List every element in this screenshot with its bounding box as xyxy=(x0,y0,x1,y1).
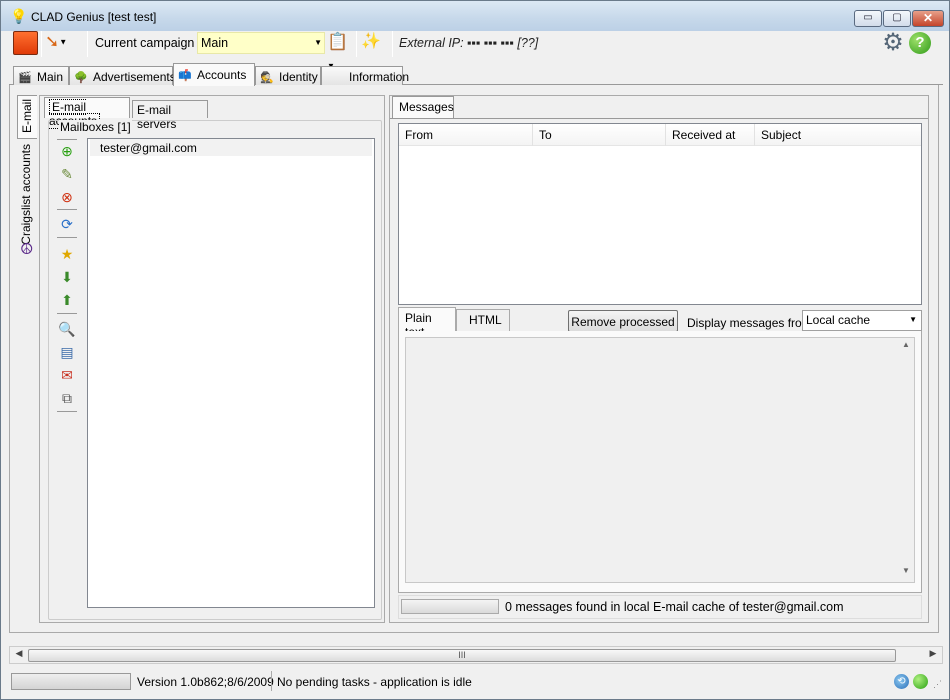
stop-button[interactable] xyxy=(13,31,38,55)
clapper-icon: 🎬 xyxy=(18,72,32,84)
toolbar-separator xyxy=(356,31,357,57)
messages-table-header: From To Received at Subject xyxy=(399,124,921,146)
scroll-down-icon[interactable]: ▼ xyxy=(898,566,914,580)
tab-email-servers[interactable]: E-mail servers xyxy=(132,100,208,131)
list-item[interactable]: tester@gmail.com xyxy=(90,139,372,156)
messages-table[interactable]: From To Received at Subject xyxy=(398,123,922,305)
scroll-left-icon[interactable]: ◀ xyxy=(12,648,26,662)
minimize-button[interactable]: ▭ xyxy=(854,10,882,27)
messages-area: From To Received at Subject Plain text H… xyxy=(390,118,928,622)
messages-status-strip: 0 messages found in local E-mail cache o… xyxy=(398,595,922,619)
chevron-down-icon: ▼ xyxy=(909,315,917,324)
mailboxes-title: Mailboxes [1] xyxy=(59,120,132,134)
tree-icon: 🌳 xyxy=(74,72,88,84)
globe-icon: ⟲ xyxy=(894,674,909,689)
campaign-value: Main xyxy=(201,36,229,50)
tab-main[interactable]: 🎬 Main xyxy=(13,66,69,85)
mailbox-list[interactable]: tester@gmail.com xyxy=(87,138,375,608)
spy-icon: 🕵 xyxy=(260,72,274,84)
toolbar-separator xyxy=(57,237,77,238)
status-separator xyxy=(271,671,272,691)
maximize-button[interactable]: ▢ xyxy=(883,10,911,27)
mailbox-icon: 📫 xyxy=(178,70,192,82)
title-bar[interactable]: 💡 CLAD Genius [test test] ▭ ▢ ✕ xyxy=(1,1,949,31)
email-accounts-panel: E-mail accounts E-mail servers Mailboxes… xyxy=(39,95,385,623)
help-icon[interactable]: ? xyxy=(909,32,931,54)
connection-status-icon xyxy=(913,674,928,689)
task-status-text: No pending tasks - application is idle xyxy=(277,675,472,689)
messages-status-text: 0 messages found in local E-mail cache o… xyxy=(505,600,844,614)
lightbulb-icon: 💡 xyxy=(10,8,28,24)
star-icon[interactable]: ★ xyxy=(57,245,77,263)
remove-processed-button[interactable]: Remove processed xyxy=(568,310,678,332)
scroll-right-icon[interactable]: ▶ xyxy=(926,648,940,662)
horizontal-scrollbar[interactable]: ◀ III ▶ xyxy=(9,646,943,664)
toolbar-separator xyxy=(392,31,393,57)
messages-panel: Messages From To Received at Subject Pla… xyxy=(389,95,929,623)
toolbar-separator xyxy=(57,411,77,412)
copy-icon[interactable]: ⧉ xyxy=(57,389,77,407)
import-icon[interactable]: ⬇ xyxy=(57,268,77,286)
export-icon[interactable]: ⬆ xyxy=(57,291,77,309)
add-mailbox-icon[interactable]: ⊕ xyxy=(57,142,77,160)
tab-advertisements[interactable]: 🌳 Advertisements xyxy=(69,66,176,85)
message-body-tabbar: Plain text HTML Remove processed Display… xyxy=(398,307,922,339)
tab-information[interactable]: Information xyxy=(321,66,409,85)
tab-plain-text[interactable]: Plain text xyxy=(398,307,456,339)
peace-icon: ☮ xyxy=(20,241,34,258)
toolbar-separator xyxy=(41,31,42,57)
tab-accounts[interactable]: 📫 Accounts xyxy=(173,63,255,86)
toolbar-separator xyxy=(57,139,77,140)
card-icon[interactable]: ▤ xyxy=(57,343,77,361)
window-title: CLAD Genius [test test] xyxy=(31,10,157,24)
clipboard-button[interactable]: 📋▼ xyxy=(327,30,353,71)
magic-wand-button[interactable]: ✨ xyxy=(361,31,387,55)
campaign-label: Current campaign xyxy=(95,36,195,50)
campaign-select[interactable]: Main ▼ xyxy=(197,32,325,54)
toolbar-separator xyxy=(87,31,88,57)
mailbox-toolbar: ⊕ ✎ ⊗ ⟳ ★ ⬇ ⬆ 🔍 ▤ ✉ ⧉ xyxy=(57,139,77,619)
refresh-icon[interactable]: ⟳ xyxy=(57,215,77,233)
column-header-from[interactable]: From xyxy=(399,124,533,146)
display-messages-label: Display messages from xyxy=(687,316,812,330)
tab-identity[interactable]: 🕵 Identity xyxy=(255,66,321,85)
tab-html[interactable]: HTML xyxy=(456,309,510,331)
messages-progress-bar xyxy=(401,599,499,614)
chevron-down-icon: ▼ xyxy=(314,38,322,47)
search-icon[interactable]: 🔍 xyxy=(57,320,77,338)
toolbar-separator xyxy=(57,313,77,314)
email-subtab-bar: E-mail accounts E-mail servers xyxy=(40,96,384,131)
toolbar-separator xyxy=(57,209,77,210)
status-bar: Version 1.0b862;8/6/2009 No pending task… xyxy=(1,671,949,693)
version-text: Version 1.0b862;8/6/2009 xyxy=(137,675,274,689)
main-tab-bar: 🎬 Main 🌳 Advertisements 📫 Accounts 🕵 Identit… xyxy=(9,63,943,86)
scrollbar-thumb[interactable]: III xyxy=(28,649,896,662)
vertical-scrollbar[interactable]: ▲ ▼ xyxy=(898,338,914,582)
message-body-frame: ▲ ▼ xyxy=(398,331,922,593)
scroll-up-icon[interactable]: ▲ xyxy=(898,340,914,354)
display-messages-select[interactable]: Local cache ▼ xyxy=(802,310,922,331)
side-tab-craigslist-accounts[interactable]: Craigslist accounts xyxy=(17,141,37,315)
close-button[interactable]: ✕ xyxy=(912,10,944,27)
settings-gear-icon[interactable]: ⚙ xyxy=(879,29,907,57)
column-header-to[interactable]: To xyxy=(533,124,666,146)
resize-grip-icon[interactable]: ⋰ xyxy=(933,679,945,691)
delete-mailbox-icon[interactable]: ⊗ xyxy=(57,188,77,206)
app-window: 💡 CLAD Genius [test test] ▭ ▢ ✕ ➘▼ Curre… xyxy=(0,0,950,700)
toolbar: ➘▼ Current campaign Main ▼ 📋▼ ✨ External… xyxy=(9,29,943,71)
edit-mailbox-icon[interactable]: ✎ xyxy=(57,165,77,183)
display-messages-value: Local cache xyxy=(806,313,871,327)
tab-messages[interactable]: Messages xyxy=(392,96,454,118)
column-header-received-at[interactable]: Received at xyxy=(666,124,755,146)
scrollbar-grip: III xyxy=(458,650,466,660)
external-ip-label: External IP: ▪▪▪ ▪▪▪ ▪▪▪ [??] xyxy=(399,36,539,50)
side-tab-email[interactable]: E-mail xyxy=(17,95,37,139)
app-progress-bar xyxy=(11,673,131,690)
mail-error-icon[interactable]: ✉ xyxy=(57,366,77,384)
mailboxes-group: Mailboxes [1] ⊕ ✎ ⊗ ⟳ ★ ⬇ ⬆ 🔍 ▤ ✉ ⧉ test… xyxy=(48,120,382,620)
send-arrow-button[interactable]: ➘▼ xyxy=(45,31,81,55)
column-header-subject[interactable]: Subject xyxy=(755,124,921,146)
message-body-view[interactable]: ▲ ▼ xyxy=(405,337,915,583)
tab-email-accounts[interactable]: E-mail accounts xyxy=(44,97,130,129)
